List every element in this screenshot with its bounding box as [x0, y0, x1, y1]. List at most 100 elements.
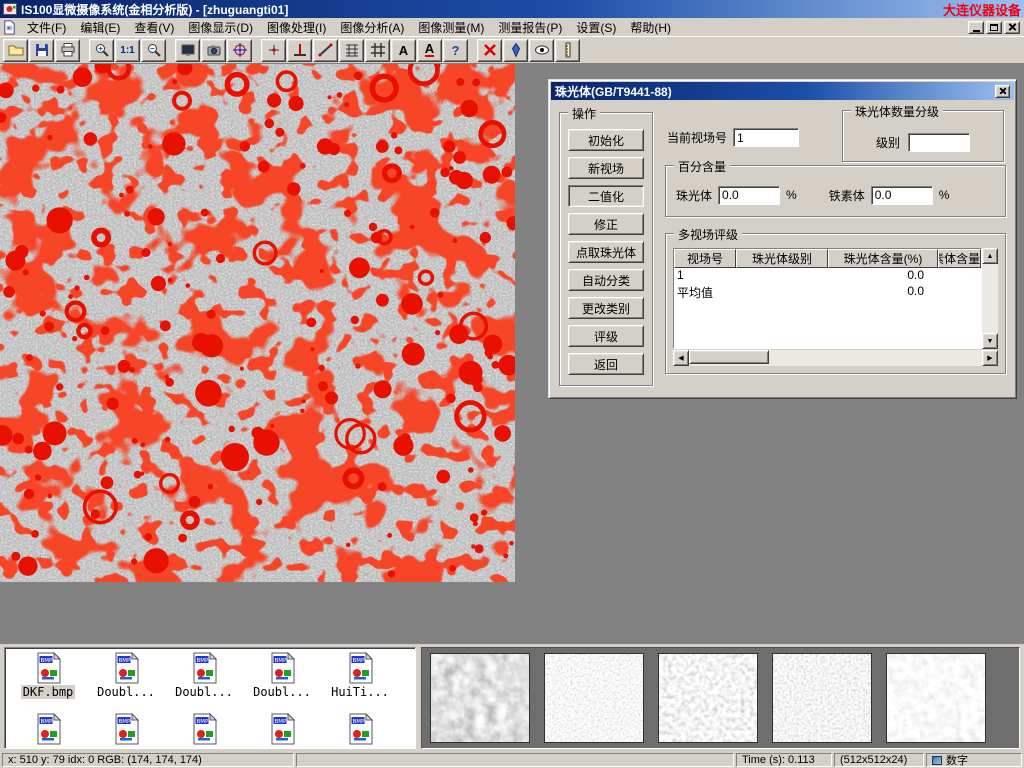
camera-icon	[206, 42, 222, 58]
file-item[interactable]	[243, 713, 321, 745]
picker-tool-button[interactable]	[503, 39, 528, 62]
menu-image-measure[interactable]: 图像测量(M)	[411, 18, 491, 37]
menu-measure-report[interactable]: 测量报告(P)	[491, 18, 569, 37]
scroll-up-button[interactable]: ▲	[982, 248, 998, 264]
dialog-close-button[interactable]	[995, 85, 1010, 98]
zoom-out-icon	[146, 42, 162, 58]
grade-button[interactable]: 评级	[568, 325, 644, 347]
toolbar-separator	[253, 39, 260, 62]
cell-grade	[736, 284, 828, 300]
menu-image-analysis[interactable]: 图像分析(A)	[333, 18, 411, 37]
preview-thumbnail[interactable]	[886, 653, 986, 743]
preview-thumbnail[interactable]	[658, 653, 758, 743]
binarize-button[interactable]: 二值化	[568, 185, 644, 207]
menu-image-display[interactable]: 图像显示(D)	[181, 18, 260, 37]
new-field-button[interactable]: 新视场	[568, 157, 644, 179]
measure-point-button[interactable]	[261, 39, 286, 62]
col-ferrite-content[interactable]: 铁素体含量(%)	[938, 249, 981, 268]
change-class-button[interactable]: 更改类别	[568, 297, 644, 319]
ruler-button[interactable]	[555, 39, 580, 62]
pearlite-dialog: 珠光体(GB/T9441-88) 操作 初始化 新视场 二值化 修正 点取珠光体…	[548, 79, 1017, 399]
bmp-file-icon	[266, 713, 298, 745]
auto-classify-button[interactable]: 自动分类	[568, 269, 644, 291]
file-item[interactable]: DKF.bmp	[9, 652, 87, 699]
table-row[interactable]: 1 0.0	[674, 268, 981, 284]
mdi-restore-button[interactable]	[986, 21, 1002, 34]
correct-button[interactable]: 修正	[568, 213, 644, 235]
mode-panel: 数字	[926, 753, 1022, 767]
horizontal-scroll-thumb[interactable]	[689, 350, 769, 364]
capture-button[interactable]	[201, 39, 226, 62]
file-item[interactable]	[321, 713, 399, 745]
print-button[interactable]	[55, 39, 80, 62]
measure-height-button[interactable]	[287, 39, 312, 62]
mdi-minimize-button[interactable]	[968, 21, 984, 34]
open-button[interactable]	[3, 39, 28, 62]
scroll-left-button[interactable]: ◀	[673, 350, 689, 366]
document-icon[interactable]	[2, 20, 17, 35]
pearlite-percent-input[interactable]	[718, 186, 780, 205]
file-item[interactable]	[9, 713, 87, 745]
text-tool-button[interactable]: A	[391, 39, 416, 62]
col-pearlite-content[interactable]: 珠光体含量(%)	[828, 249, 938, 268]
menu-settings[interactable]: 设置(S)	[569, 18, 623, 37]
cursor-position-readout: x: 510 y: 79 idx: 0 RGB: (174, 174, 174)	[2, 753, 294, 767]
grid-button[interactable]	[339, 39, 364, 62]
col-pearlite-grade[interactable]: 珠光体级别	[736, 249, 828, 268]
application-window: IS100显微摄像系统(金相分析版) - [zhuguangti01] 大连仪器…	[0, 0, 1024, 768]
table-row[interactable]: 平均值 0.0	[674, 284, 981, 300]
pick-pearlite-button[interactable]: 点取珠光体	[568, 241, 644, 263]
ruler-icon	[560, 42, 576, 58]
menu-view[interactable]: 查看(V)	[127, 18, 181, 37]
table-horizontal-scrollbar: ◀ ▶	[673, 350, 998, 366]
menu-file[interactable]: 文件(F)	[20, 18, 73, 37]
crosshair-grid-button[interactable]	[365, 39, 390, 62]
target-button[interactable]	[227, 39, 252, 62]
return-button[interactable]: 返回	[568, 353, 644, 375]
font-tool-button[interactable]: A	[417, 39, 442, 62]
eye-icon	[534, 42, 550, 58]
menu-help[interactable]: 帮助(H)	[623, 18, 678, 37]
initialize-button[interactable]: 初始化	[568, 129, 644, 151]
scroll-down-button[interactable]: ▼	[982, 333, 998, 349]
mdi-close-button[interactable]	[1004, 21, 1020, 34]
file-item[interactable]	[165, 713, 243, 745]
current-field-input[interactable]	[733, 128, 799, 147]
mode-label: 数字	[946, 753, 968, 767]
preview-thumbnail[interactable]	[772, 653, 872, 743]
grading-group-label: 珠光体数量分级	[851, 103, 943, 120]
grid-icon	[344, 42, 360, 58]
zoom-in-button[interactable]	[89, 39, 114, 62]
preview-button[interactable]	[529, 39, 554, 62]
metallograph-image[interactable]	[0, 64, 515, 582]
menu-image-processing[interactable]: 图像处理(I)	[260, 18, 333, 37]
file-item[interactable]: Doubl...	[87, 652, 165, 699]
preview-thumbnail[interactable]	[430, 653, 530, 743]
file-list: DKF.bmp Doubl... Doubl... Doubl... HuiTi…	[4, 647, 416, 749]
file-item[interactable]: Doubl...	[243, 652, 321, 699]
grade-input[interactable]	[908, 133, 970, 152]
preview-thumbnail[interactable]	[544, 653, 644, 743]
file-row	[9, 713, 415, 745]
save-button[interactable]	[29, 39, 54, 62]
scroll-right-button[interactable]: ▶	[982, 350, 998, 366]
ferrite-percent-input[interactable]	[871, 186, 933, 205]
delete-annotation-button[interactable]	[477, 39, 502, 62]
bmp-file-icon	[188, 652, 220, 684]
zoom-out-button[interactable]	[141, 39, 166, 62]
measure-line-button[interactable]	[313, 39, 338, 62]
file-name: Doubl...	[175, 685, 233, 699]
monitor-icon	[180, 42, 196, 58]
menu-edit[interactable]: 编辑(E)	[73, 18, 127, 37]
help-button[interactable]: ?	[443, 39, 468, 62]
file-item[interactable]: HuiTi...	[321, 652, 399, 699]
toolbar: 1:1 A A ?	[0, 37, 1024, 64]
file-item[interactable]: Doubl...	[165, 652, 243, 699]
col-field-number[interactable]: 视场号	[674, 249, 736, 268]
vertical-scroll-track[interactable]	[982, 264, 998, 333]
file-item[interactable]	[87, 713, 165, 745]
actual-size-button[interactable]: 1:1	[115, 39, 140, 62]
horizontal-scroll-track[interactable]	[689, 350, 982, 366]
fullscreen-button[interactable]	[175, 39, 200, 62]
cell-field: 平均值	[674, 284, 736, 300]
